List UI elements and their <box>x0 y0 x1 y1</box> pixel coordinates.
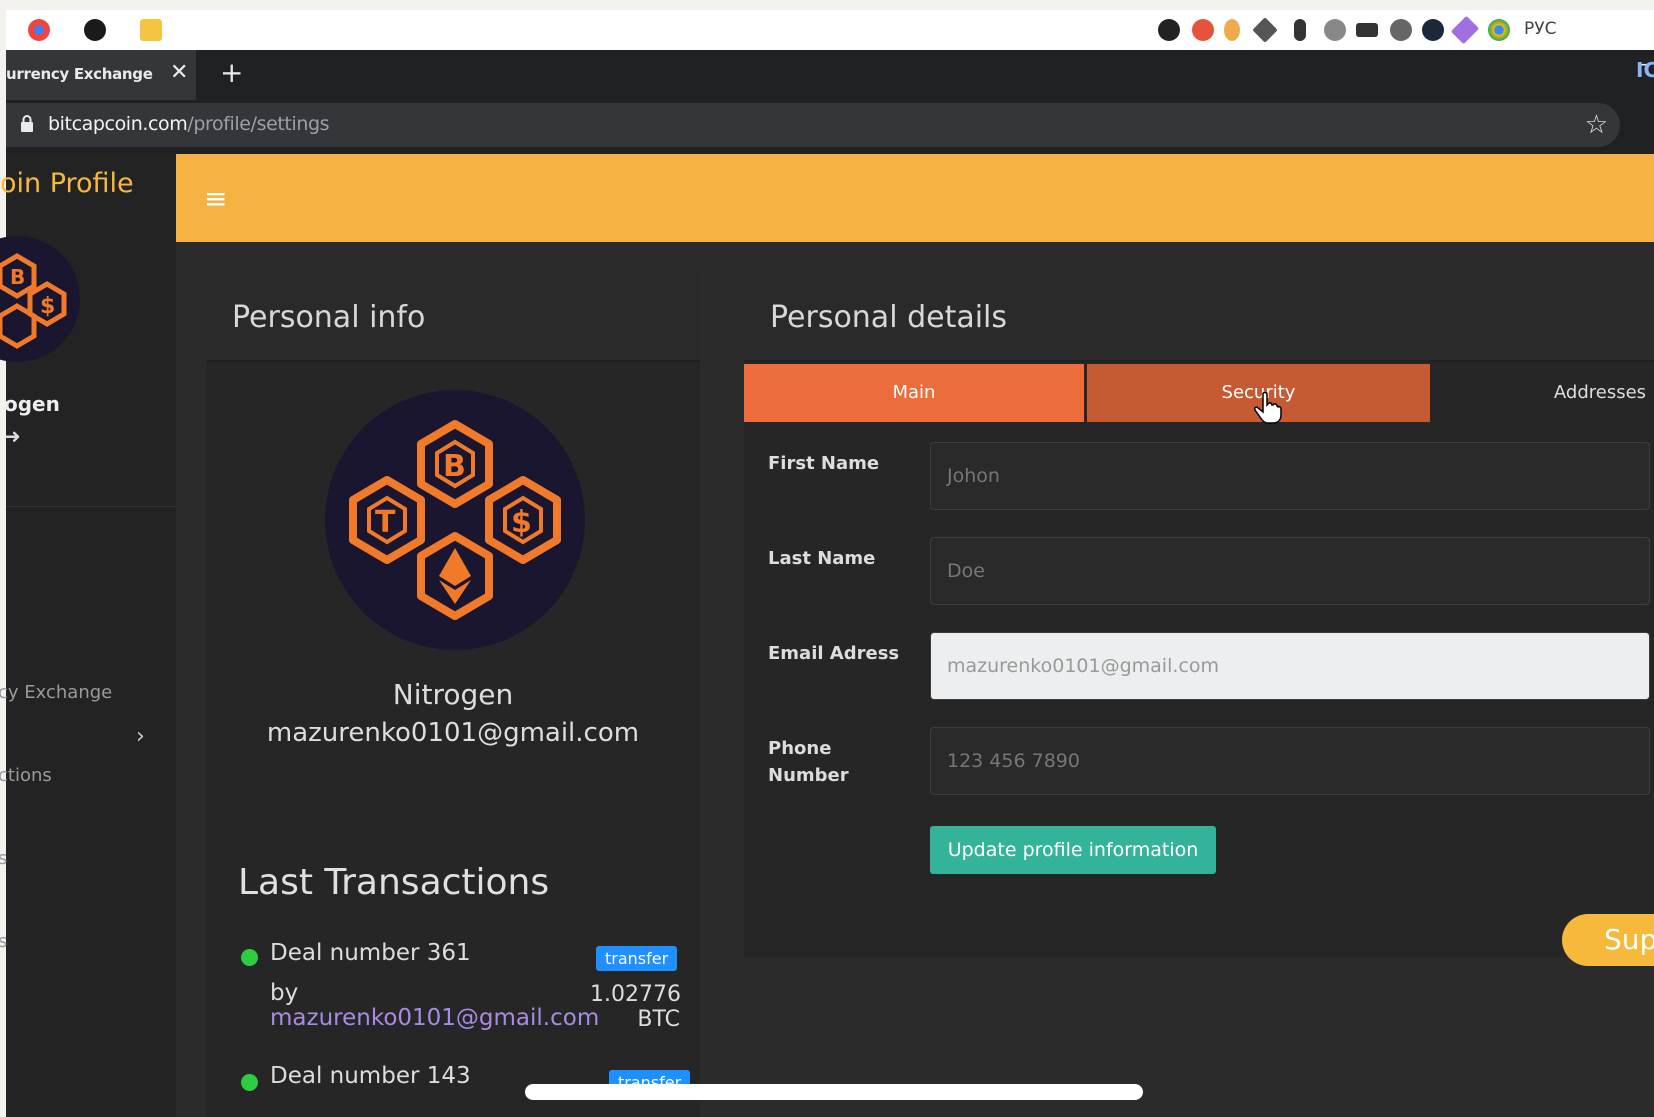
close-tab-icon[interactable]: ✕ <box>170 60 188 85</box>
personal-info-title: Personal info <box>232 300 426 335</box>
battery-icon[interactable] <box>1356 23 1378 37</box>
hand-cursor-icon <box>1254 392 1282 424</box>
address-bar[interactable]: bitcapcoin.com/profile/settings ☆ <box>6 103 1620 147</box>
app-root: oin Profile $ B ogen ➜ cy Exchange ction… <box>0 154 1654 1117</box>
url-host: bitcapcoin.com <box>48 113 188 135</box>
transaction-deal[interactable]: Deal number 143 <box>270 1063 471 1089</box>
phone-label-line2: Number <box>768 765 849 786</box>
browser-chrome: urrency Exchange ✕ + – bitcapcoin.com/pr… <box>6 50 1654 154</box>
wifi-icon[interactable] <box>1324 19 1346 41</box>
transaction-deal[interactable]: Deal number 361 <box>270 940 471 966</box>
tray-icon-1[interactable] <box>1158 19 1180 41</box>
bookmark-star-icon[interactable]: ☆ <box>1585 110 1608 140</box>
svg-text:B: B <box>443 449 466 484</box>
personal-details-title: Personal details <box>770 300 1008 335</box>
extension-icon[interactable]: IC <box>1636 58 1654 82</box>
browser-app-icon[interactable] <box>28 19 50 41</box>
sidebar-item-transactions[interactable]: ctions <box>0 765 52 786</box>
new-tab-button[interactable]: + <box>220 56 243 89</box>
tray-drop-icon[interactable] <box>1224 19 1240 41</box>
tab-main[interactable]: Main <box>744 364 1084 422</box>
folder-app-icon[interactable] <box>140 19 162 41</box>
url-text[interactable]: bitcapcoin.com/profile/settings <box>48 113 330 135</box>
svg-text:T: T <box>375 505 396 540</box>
last-name-field[interactable]: Doe <box>930 537 1650 605</box>
profile-name: Nitrogen <box>392 678 514 711</box>
steam-app-icon[interactable] <box>84 19 106 41</box>
profile-email: mazurenko0101@gmail.com <box>266 718 640 748</box>
details-tabs: Main Security Addresses <box>744 364 1654 424</box>
browser-tab-active[interactable]: urrency Exchange ✕ <box>6 50 196 100</box>
sidebar-title[interactable]: oin Profile <box>0 168 134 199</box>
top-header-bar: ≡ <box>176 154 1654 242</box>
first-name-label: First Name <box>768 453 880 474</box>
personal-details-card: Personal details Main Security Addresses… <box>744 270 1654 957</box>
steam-tray-icon[interactable] <box>1422 19 1444 41</box>
svg-text:$: $ <box>511 505 532 540</box>
home-indicator <box>525 1084 1143 1100</box>
lock-icon[interactable] <box>20 115 34 133</box>
sidebar: oin Profile $ B ogen ➜ cy Exchange ction… <box>0 154 176 1117</box>
chrome-tray-icon[interactable] <box>1488 19 1510 41</box>
sidebar-divider <box>6 506 176 507</box>
first-name-field[interactable]: Johon <box>930 442 1650 510</box>
tab-addresses[interactable]: Addresses <box>1430 364 1654 422</box>
profile-avatar[interactable]: B $ T <box>325 390 585 650</box>
tray-icon-2[interactable] <box>1192 19 1214 41</box>
status-dot-icon <box>241 1074 258 1091</box>
hamburger-menu-icon[interactable]: ≡ <box>204 182 227 215</box>
transaction-by-email[interactable]: mazurenko0101@gmail.com <box>270 1005 599 1031</box>
url-path: /profile/settings <box>187 113 330 135</box>
phone-label: Phone Number <box>768 735 849 789</box>
sidebar-item-4[interactable]: s <box>0 931 7 952</box>
personal-info-card: Personal info B $ T Nitrogen mazurenko01… <box>206 270 700 1117</box>
logout-icon[interactable]: ➜ <box>4 424 21 448</box>
crypto-logo-icon: B $ T <box>349 420 561 620</box>
screen: РУС urrency Exchange ✕ + – bitcapcoin.co… <box>0 0 1654 1117</box>
sidebar-item-3[interactable]: s <box>0 848 7 869</box>
svg-text:$: $ <box>40 294 55 319</box>
email-label: Email Adress <box>768 643 900 664</box>
support-button[interactable]: Sup <box>1562 914 1654 966</box>
last-transactions-title: Last Transactions <box>238 862 550 903</box>
phone-label-line1: Phone <box>768 738 832 759</box>
email-field[interactable]: mazurenko0101@gmail.com <box>930 632 1650 700</box>
phone-number-field[interactable]: 123 456 7890 <box>930 727 1650 795</box>
language-indicator[interactable]: РУС <box>1524 19 1556 39</box>
transaction-amount: 1.02776 <box>590 982 681 1007</box>
transaction-currency: BTC <box>637 1007 680 1032</box>
update-profile-button[interactable]: Update profile information <box>930 826 1216 874</box>
personal-details-header: Personal details <box>744 270 1654 362</box>
system-taskbar: РУС <box>6 10 1654 50</box>
sidebar-avatar: $ B <box>0 236 80 362</box>
transaction-badge: transfer <box>596 946 678 971</box>
sidebar-user-name: ogen <box>4 392 60 416</box>
volume-icon[interactable] <box>1390 19 1412 41</box>
personal-info-header: Personal info <box>206 270 700 362</box>
sidebar-item-exchange[interactable]: cy Exchange <box>0 682 112 703</box>
transaction-by-label: by <box>270 980 299 1006</box>
svg-text:B: B <box>10 265 25 289</box>
crypto-logo-icon: $ B <box>0 253 67 349</box>
microphone-icon[interactable] <box>1294 19 1306 41</box>
tab-title: urrency Exchange <box>6 65 153 83</box>
status-dot-icon <box>241 949 258 966</box>
chevron-right-icon[interactable]: › <box>136 724 145 749</box>
last-name-label: Last Name <box>768 548 876 569</box>
pen-icon[interactable] <box>1450 15 1480 45</box>
tray-diamond-icon[interactable] <box>1252 17 1278 43</box>
